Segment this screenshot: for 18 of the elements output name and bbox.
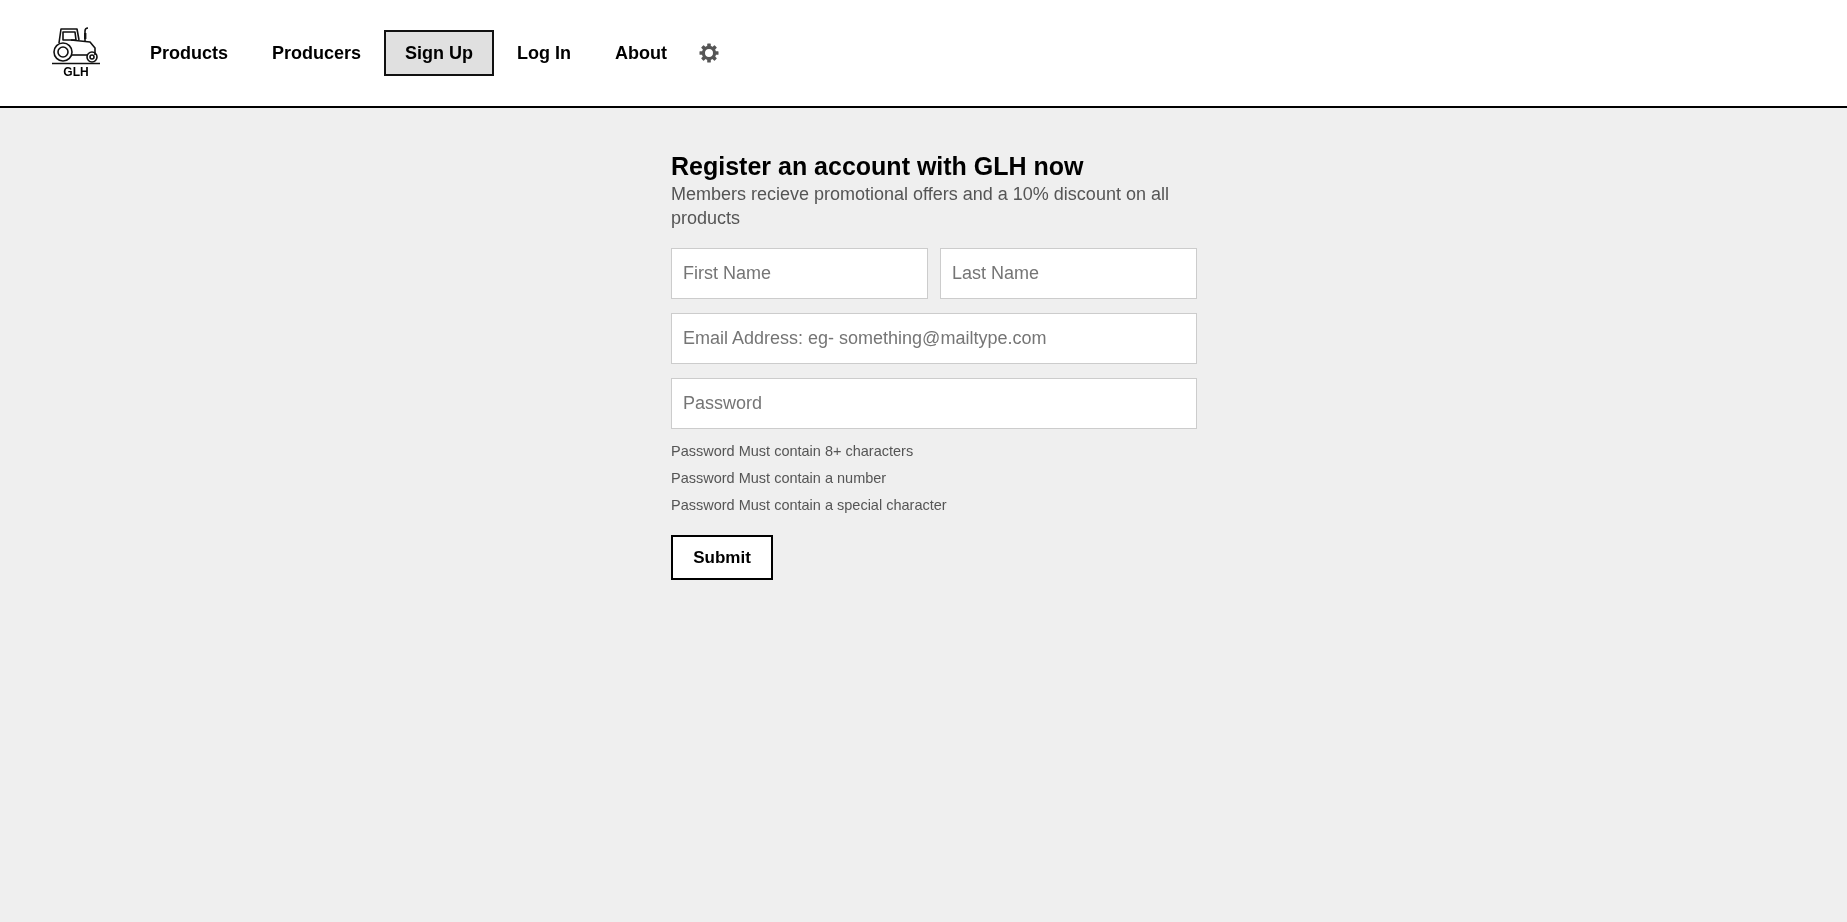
form-subtitle: Members recieve promotional offers and a 10% discount on all products: [671, 183, 1170, 230]
input-field[interactable]: Last Name: [940, 248, 1197, 299]
logo-text: GLH: [63, 65, 89, 78]
password-hint: Password Must contain 8+ characters: [671, 442, 915, 461]
password-hint: Password Must contain a special character: [671, 496, 948, 515]
settings-icon[interactable]: [699, 43, 720, 63]
submit-button[interactable]: Submit: [671, 535, 773, 580]
input-field[interactable]: Email Address: eg- something@mailtype.com: [671, 313, 1197, 364]
nav-link[interactable]: Products: [129, 30, 249, 76]
form-title: Register an account with GLH now: [671, 151, 1085, 182]
input-field[interactable]: First Name: [671, 248, 928, 299]
nav-link[interactable]: Log In: [496, 30, 593, 76]
nav-link[interactable]: Sign Up: [384, 30, 495, 76]
nav-link[interactable]: Producers: [251, 30, 383, 76]
tractor-icon: [50, 24, 102, 65]
input-field[interactable]: Password: [671, 378, 1197, 429]
nav-link[interactable]: About: [594, 30, 689, 76]
password-hint: Password Must contain a number: [671, 469, 888, 488]
